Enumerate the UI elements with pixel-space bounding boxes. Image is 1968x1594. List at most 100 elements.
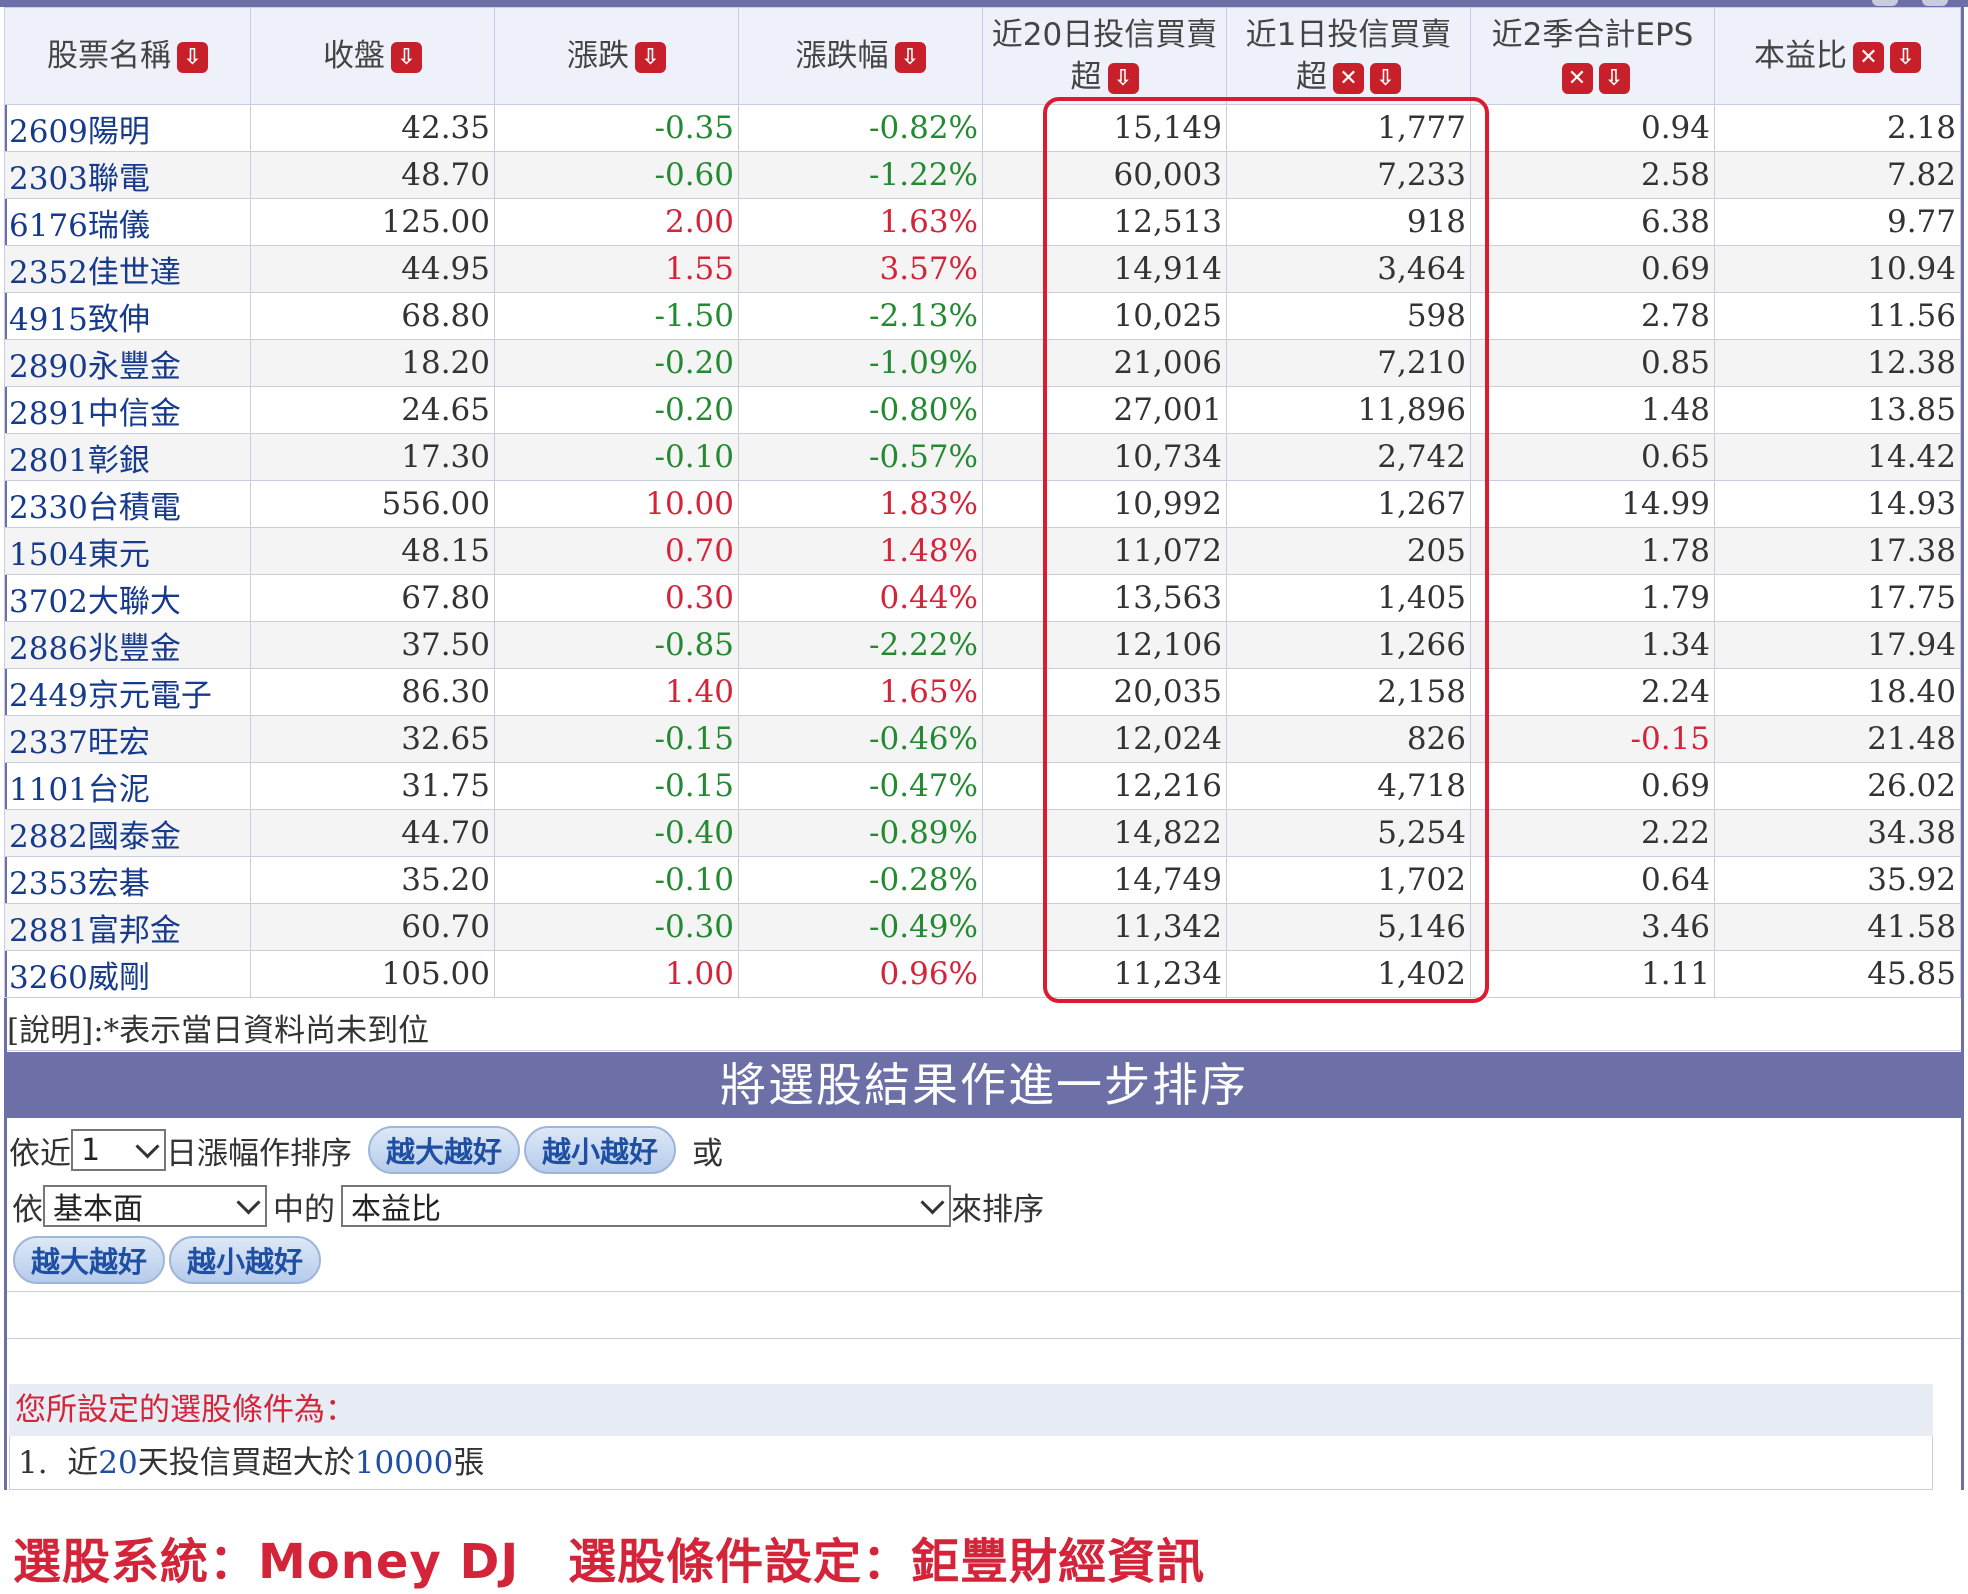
cell-eps: 2.78: [1470, 292, 1715, 340]
cell-pe: 45.85: [1714, 950, 1961, 998]
cell-pct: 1.48%: [738, 527, 983, 575]
chevron-down-icon: [135, 1133, 160, 1159]
column-header[interactable]: 漲跌幅 ⇩: [738, 7, 983, 105]
remove-column-icon[interactable]: ✕: [1333, 63, 1364, 94]
cell-pe: 17.38: [1714, 527, 1961, 575]
cell-chg: -0.10: [494, 856, 739, 904]
stock-name-link[interactable]: 1504東元: [4, 527, 251, 575]
sort-desc-button[interactable]: 越大越好: [368, 1126, 521, 1174]
cell-eps: 0.69: [1470, 245, 1715, 293]
column-header[interactable]: 本益比 ✕ ⇩: [1714, 7, 1961, 105]
cell-close: 42.35: [250, 104, 495, 152]
chevron-down-icon: [920, 1189, 945, 1215]
sort-down-icon[interactable]: ⇩: [391, 42, 422, 73]
column-header-label: 股票名稱: [47, 38, 171, 74]
cell-pct: -0.46%: [738, 715, 983, 763]
cell-inv20: 10,734: [982, 433, 1227, 481]
category-select[interactable]: 基本面: [43, 1185, 267, 1227]
table-row: 6176瑞儀 125.00 2.00 1.63% 12,513 918 6.38 9.77: [4, 198, 1961, 246]
sort-asc-button[interactable]: 越小越好: [524, 1126, 677, 1174]
sort-down-icon[interactable]: ⇩: [1890, 42, 1921, 73]
sort-down-icon[interactable]: ⇩: [1107, 63, 1139, 94]
column-header[interactable]: 股票名稱 ⇩: [4, 7, 251, 105]
cell-inv20: 15,149: [982, 104, 1227, 152]
stock-name-link[interactable]: 3260威剛: [4, 950, 251, 998]
stock-name-link[interactable]: 2609陽明: [4, 104, 251, 152]
table-row: 3260威剛 105.00 1.00 0.96% 11,234 1,402 1.11 45.8…: [4, 950, 1961, 998]
column-header-label-2: 超: [1070, 59, 1102, 95]
sort-desc-button-2[interactable]: 越大越好: [13, 1236, 166, 1284]
remove-column-icon[interactable]: ✕: [1561, 63, 1593, 94]
sort-asc-button-2[interactable]: 越小越好: [169, 1236, 322, 1284]
cell-close: 67.80: [250, 574, 495, 622]
column-header[interactable]: 收盤 ⇩: [250, 7, 495, 105]
cell-close: 48.15: [250, 527, 495, 575]
cell-chg: -0.20: [494, 339, 739, 387]
stock-name-link[interactable]: 2337旺宏: [4, 715, 251, 763]
stock-name-link[interactable]: 2891中信金: [4, 386, 251, 434]
table-row: 2337旺宏 32.65 -0.15 -0.46% 12,024 826 -0.15 21.4…: [4, 715, 1961, 763]
cell-pct: -0.82%: [738, 104, 983, 152]
stock-name-link[interactable]: 2882國泰金: [4, 809, 251, 857]
cell-pe: 35.92: [1714, 856, 1961, 904]
cell-inv1: 205: [1226, 527, 1471, 575]
stock-name-link[interactable]: 4915致伸: [4, 292, 251, 340]
days-select[interactable]: 1: [71, 1129, 166, 1171]
stock-name-link[interactable]: 2886兆豐金: [4, 621, 251, 669]
stock-name-link[interactable]: 2449京元電子: [4, 668, 251, 716]
cell-inv20: 10,025: [982, 292, 1227, 340]
sort-down-icon[interactable]: ⇩: [894, 42, 926, 73]
or-text: 或: [692, 1135, 724, 1172]
table-row: 2449京元電子 86.30 1.40 1.65% 20,035 2,158 2.24 18.…: [4, 668, 1961, 716]
cell-pct: 1.65%: [738, 668, 983, 716]
cell-inv20: 20,035: [982, 668, 1227, 716]
stock-name-link[interactable]: 2353宏碁: [4, 856, 251, 904]
remove-column-icon[interactable]: ✕: [1853, 42, 1884, 73]
cell-inv1: 826: [1226, 715, 1471, 763]
window-button-stub[interactable]: [1922, 0, 1948, 6]
cell-pe: 14.93: [1714, 480, 1961, 528]
cell-close: 31.75: [250, 762, 495, 810]
cell-pct: 0.44%: [738, 574, 983, 622]
column-header[interactable]: 近20日投信買賣超 ⇩: [982, 7, 1227, 105]
field-select[interactable]: 本益比: [341, 1185, 951, 1227]
stock-name-link[interactable]: 6176瑞儀: [4, 198, 251, 246]
stock-name-link[interactable]: 2352佳世達: [4, 245, 251, 293]
table-row: 2882國泰金 44.70 -0.40 -0.89% 14,822 5,254 2.22 34…: [4, 809, 1961, 857]
cell-pe: 17.94: [1714, 621, 1961, 669]
cell-eps: 1.48: [1470, 386, 1715, 434]
stock-name-link[interactable]: 2890永豐金: [4, 339, 251, 387]
sort-down-icon[interactable]: ⇩: [635, 42, 666, 73]
column-header[interactable]: 近2季合計EPS ✕ ⇩: [1470, 7, 1715, 105]
sort-down-icon[interactable]: ⇩: [177, 42, 208, 73]
table-row: 4915致伸 68.80 -1.50 -2.13% 10,025 598 2.78 11.56: [4, 292, 1961, 340]
sort-field-suffix: 來排序: [951, 1191, 1044, 1228]
stock-name-link[interactable]: 1101台泥: [4, 762, 251, 810]
stock-name-link[interactable]: 2801彰銀: [4, 433, 251, 481]
sort-down-icon[interactable]: ⇩: [1598, 63, 1630, 94]
cell-close: 125.00: [250, 198, 495, 246]
stock-name-link[interactable]: 2303聯電: [4, 151, 251, 199]
cell-chg: -0.15: [494, 762, 739, 810]
cell-pct: -2.13%: [738, 292, 983, 340]
table-row: 2891中信金 24.65 -0.20 -0.80% 27,001 11,896 1.48 1…: [4, 386, 1961, 434]
cell-close: 24.65: [250, 386, 495, 434]
stock-name-link[interactable]: 2330台積電: [4, 480, 251, 528]
cell-pe: 7.82: [1714, 151, 1961, 199]
sort-down-icon[interactable]: ⇩: [1370, 63, 1401, 94]
category-select-value: 基本面: [53, 1192, 143, 1227]
cell-pct: -1.22%: [738, 151, 983, 199]
cell-inv1: 5,254: [1226, 809, 1471, 857]
column-header[interactable]: 近1日投信買賣超 ✕ ⇩: [1226, 7, 1471, 105]
field-select-value: 本益比: [351, 1192, 441, 1227]
cell-pe: 21.48: [1714, 715, 1961, 763]
days-select-value: 1: [81, 1132, 101, 1168]
cell-inv1: 2,742: [1226, 433, 1471, 481]
cell-inv20: 10,992: [982, 480, 1227, 528]
window-button-stub[interactable]: [1872, 0, 1898, 6]
column-header[interactable]: 漲跌 ⇩: [494, 7, 739, 105]
stock-name-link[interactable]: 3702大聯大: [4, 574, 251, 622]
table-row: 3702大聯大 67.80 0.30 0.44% 13,563 1,405 1.79 17.7…: [4, 574, 1961, 622]
cell-inv1: 7,233: [1226, 151, 1471, 199]
stock-name-link[interactable]: 2881富邦金: [4, 903, 251, 951]
